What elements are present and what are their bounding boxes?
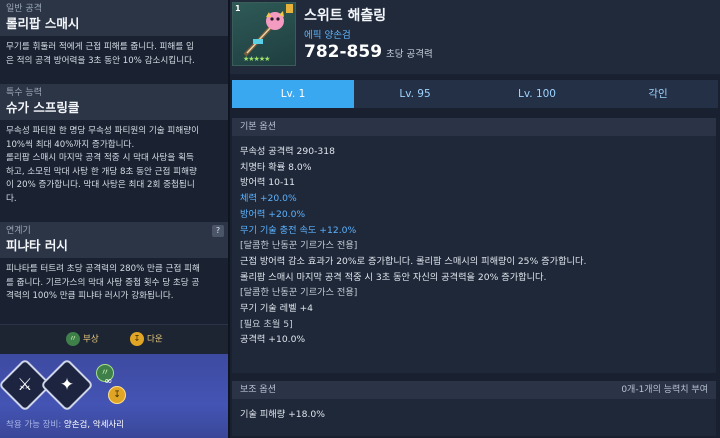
help-button[interactable]: ?: [212, 225, 224, 237]
sparkle-icon: ✦: [59, 375, 75, 395]
desc-line: 를 줍니다. 기르가스의 막대 사탕 중첩 횟수 당 초당 공: [6, 277, 200, 288]
option-line: 방어력 10-11: [240, 177, 295, 189]
special-ability-section: 특수 능력 슈가 스프링클 무속성 파티원 한 명당 무속성 파티원의 기술 피…: [0, 84, 228, 220]
option-line: 치명타 확률 8.0%: [240, 161, 312, 173]
desc-line: 하고, 소모된 막대 사탕 한 개당 8초 동안 근접 피해량: [6, 166, 197, 177]
desc-line: 은 적의 공격 방어력을 3초 동안 10% 감소시킵니다.: [6, 55, 195, 66]
desc-line: 무기를 휘둘러 적에게 근접 피해를 줍니다. 피해를 입: [6, 42, 194, 52]
section-description: 피냐타를 터트려 초당 공격력의 280% 만큼 근접 피해 를 줍니다. 기르…: [0, 258, 228, 310]
option-line: [달콤한 난동꾼 기르가스 전용]: [240, 287, 358, 299]
sub-options-note: 0개-1개의 능력치 부여: [621, 385, 708, 395]
effect-tags: 〃 부상 ↧ 다운: [0, 324, 228, 355]
option-line: [필요 초월 5]: [240, 318, 293, 330]
weapon-detail-panel: 1 ★★★★★ 스위트 해츨링 에픽 양손검 782-859 초당 공격력 Lv.…: [230, 0, 720, 438]
desc-line: 이 20% 증가합니다. 막대 사탕은 최대 2회 중첩됩니: [6, 180, 195, 191]
section-title: 롤리팝 스매시: [6, 16, 80, 31]
weapon-type: 에픽 양손검: [304, 30, 351, 41]
skill-slot-2[interactable]: ✦: [40, 358, 94, 412]
weapon-portrait[interactable]: 1 ★★★★★: [232, 2, 296, 66]
desc-line: 다.: [6, 193, 17, 204]
box-title: 보조 옵션: [240, 385, 276, 395]
weapon-damage: 782-859 초당 공격력: [304, 42, 433, 62]
desc-line: 롤리팝 스매시 마지막 공격 적중 시 막대 사탕을 획득: [6, 153, 194, 164]
section-description: 무속성 파티원 한 명당 무속성 파티원의 기술 피해량이 10%씩 최대 40…: [0, 120, 228, 213]
special-ability-header: 특수 능력 슈가 스프링클: [0, 84, 228, 120]
option-line: [달콤한 난동꾼 기르가스 전용]: [240, 240, 358, 252]
section-category: 특수 능력: [6, 88, 42, 98]
tab-lv1[interactable]: Lv. 1: [232, 80, 354, 108]
tag-label: 부상: [83, 334, 99, 345]
general-attack-header: 일반 공격 롤리팝 스매시: [0, 0, 228, 36]
star-rating: ★★★★★: [243, 55, 270, 63]
equip-value: 양손검, 악세사리: [63, 420, 125, 430]
link-icon: ∞: [104, 376, 113, 387]
option-line: 방어력 +20.0%: [240, 208, 306, 220]
sub-options-box: 보조 옵션 0개-1개의 능력치 부여 기술 피해량 +18.0%: [232, 381, 716, 436]
chain-skill-icons[interactable]: 〃 ∞ ↧: [94, 362, 128, 406]
option-line: 근접 방어력 감소 효과가 20%로 증가합니다. 롤리팝 스매시의 피해량이 …: [240, 255, 587, 267]
section-description: 무기를 휘둘러 적에게 근접 피해를 줍니다. 피해를 입 은 적의 공격 방어…: [0, 36, 228, 74]
sub-options-header: 보조 옵션 0개-1개의 능력치 부여: [232, 381, 716, 399]
weapon-header: 1 ★★★★★ 스위트 해츨링 에픽 양손검 782-859 초당 공격력: [230, 0, 720, 74]
desc-line: 격력의 100% 만큼 피냐타 러시가 강화됩니다.: [6, 291, 174, 302]
option-line: 공격력 +10.0%: [240, 334, 306, 346]
general-attack-section: 일반 공격 롤리팝 스매시 무기를 휘둘러 적에게 근접 피해를 줍니다. 피해…: [0, 0, 228, 86]
sub-options-list: 기술 피해량 +18.0%: [232, 399, 716, 423]
option-line: 기술 피해량 +18.0%: [240, 409, 325, 420]
desc-line: 10%씩 최대 40%까지 증가합니다.: [6, 139, 135, 150]
tag-label: 다운: [147, 334, 163, 345]
option-line: 무속성 공격력 290-318: [240, 146, 335, 157]
tab-lv100[interactable]: Lv. 100: [476, 80, 598, 108]
base-options-list: 무속성 공격력 290-318 치명타 확률 8.0% 방어력 10-11 체력 +2…: [232, 136, 716, 348]
tab-engrave[interactable]: 각인: [598, 80, 718, 108]
section-category: 연계기: [6, 226, 31, 236]
weapon-name: 스위트 해츨링: [304, 8, 387, 24]
tab-lv95[interactable]: Lv. 95: [354, 80, 476, 108]
injury-tag: 〃 부상: [66, 332, 99, 346]
chain-skill-section: 연계기 피냐타 러시 ? 피냐타를 터트려 초당 공격력의 280% 만큼 근접…: [0, 222, 228, 324]
option-line: 롤리팝 스매시 마지막 공격 적중 시 3초 동안 자신의 공격력을 20% 증…: [240, 271, 547, 283]
section-category: 일반 공격: [6, 4, 42, 14]
equip-info: 착용 가능 장비: 양손검, 악세사리: [6, 418, 124, 430]
skill-panel: 일반 공격 롤리팝 스매시 무기를 휘둘러 적에게 근접 피해를 줍니다. 피해…: [0, 0, 230, 438]
injury-icon: 〃: [66, 332, 80, 346]
equip-label: 착용 가능 장비:: [6, 420, 62, 430]
down-tag: ↧ 다운: [130, 332, 163, 346]
option-line: 체력 +20.0%: [240, 193, 297, 205]
desc-line: 피냐타를 터트려 초당 공격력의 280% 만큼 근접 피해: [6, 264, 200, 274]
section-title: 슈가 스프링클: [6, 100, 80, 115]
base-options-header: 기본 옵션: [232, 118, 716, 136]
option-line: 무기 기술 충전 속도 +12.0%: [240, 224, 357, 236]
sword-icon: ⚔: [17, 375, 33, 395]
base-options-box: 기본 옵션 무속성 공격력 290-318 치명타 확률 8.0% 방어력 10-1…: [232, 118, 716, 373]
damage-value: 782-859: [304, 42, 383, 62]
skill-icons-area: ⚔ ✦ 〃 ∞ ↧ 착용 가능 장비: 양손검, 악세사리: [0, 354, 228, 438]
box-title: 기본 옵션: [240, 122, 276, 132]
down-icon: ↧: [130, 332, 144, 346]
section-title: 피냐타 러시: [6, 238, 68, 253]
level-tabs: Lv. 1 Lv. 95 Lv. 100 각인: [232, 80, 718, 108]
chain-skill-header: 연계기 피냐타 러시 ?: [0, 222, 228, 258]
chain-icon-bottom: ↧: [108, 386, 126, 404]
damage-label: 초당 공격력: [386, 49, 433, 60]
option-line: 무기 기술 레벨 +4: [240, 303, 314, 315]
desc-line: 무속성 파티원 한 명당 무속성 파티원의 기술 피해량이: [6, 126, 200, 136]
